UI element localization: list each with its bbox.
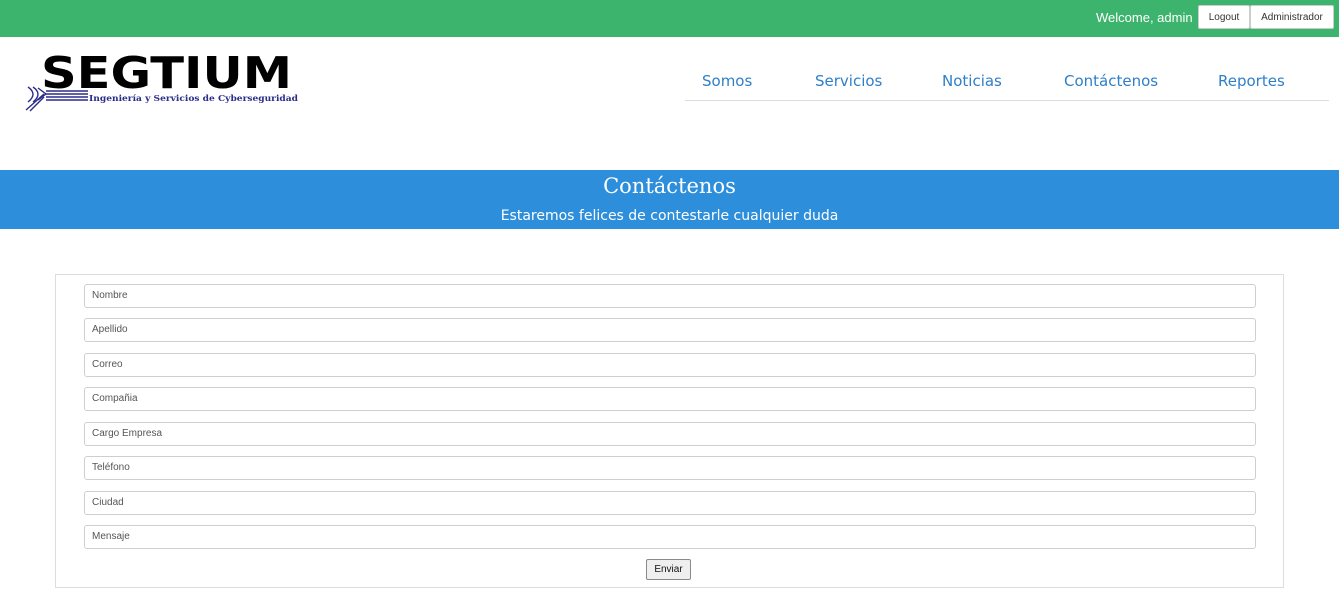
- mensaje-field[interactable]: Mensaje: [84, 525, 1256, 549]
- logo-graphic: SEGTIUM Ingeniería y Servicios de Cybers…: [25, 48, 298, 112]
- compania-field[interactable]: Compañia: [84, 387, 1256, 411]
- nav-item-somos[interactable]: Somos: [702, 72, 752, 90]
- nav-item-contactenos[interactable]: Contáctenos: [1064, 72, 1158, 90]
- logout-button[interactable]: Logout: [1198, 5, 1250, 29]
- correo-field[interactable]: Correo: [84, 353, 1256, 377]
- apellido-field[interactable]: Apellido: [84, 318, 1256, 342]
- banner-title: Contáctenos: [603, 174, 736, 198]
- telefono-field[interactable]: Teléfono: [84, 456, 1256, 480]
- nav-item-noticias[interactable]: Noticias: [942, 72, 1002, 90]
- enviar-button[interactable]: Enviar: [646, 559, 691, 580]
- nav-item-servicios[interactable]: Servicios: [815, 72, 882, 90]
- administrador-button[interactable]: Administrador: [1250, 5, 1334, 29]
- logo-tagline: Ingeniería y Servicios de Cyberseguridad: [89, 93, 298, 104]
- ciudad-field[interactable]: Ciudad: [84, 491, 1256, 515]
- welcome-text: Welcome, admin: [1096, 10, 1193, 25]
- nav-item-reportes[interactable]: Reportes: [1218, 72, 1285, 90]
- nombre-field[interactable]: Nombre: [84, 284, 1256, 308]
- top-bar: Welcome, admin Logout Administrador: [0, 0, 1339, 37]
- contact-banner: Contáctenos Estaremos felices de contest…: [0, 170, 1339, 229]
- banner-subtitle: Estaremos felices de contestarle cualqui…: [500, 208, 839, 224]
- segtium-logo[interactable]: SEGTIUM Ingeniería y Servicios de Cybers…: [24, 48, 300, 114]
- main-nav: Somos Servicios Noticias Contáctenos Rep…: [685, 60, 1329, 101]
- contact-form: Nombre Apellido Correo Compañia Cargo Em…: [55, 274, 1284, 588]
- cargo-empresa-field[interactable]: Cargo Empresa: [84, 422, 1256, 446]
